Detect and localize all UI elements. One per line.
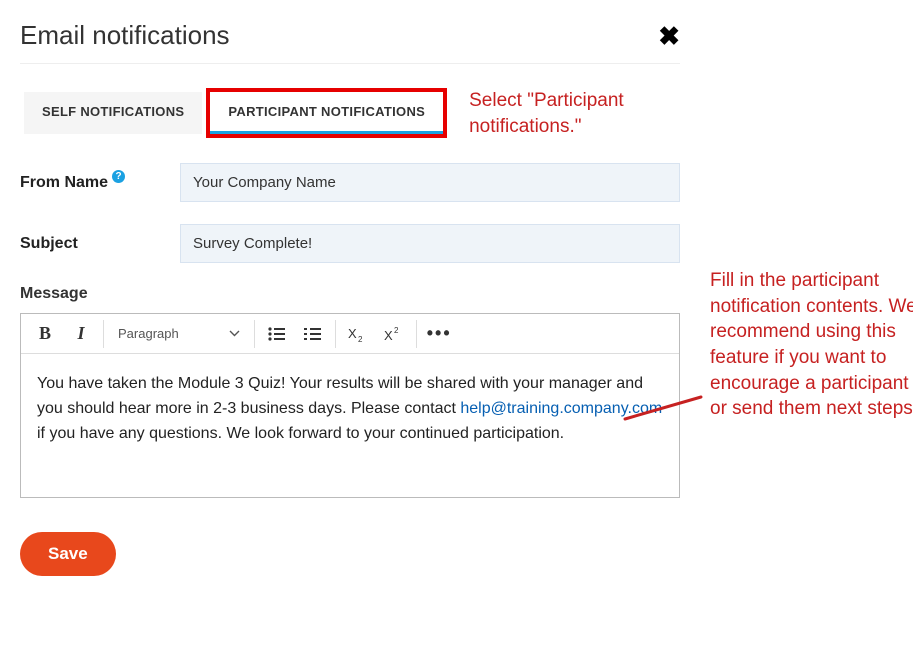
tab-self-notifications[interactable]: SELF NOTIFICATIONS: [24, 92, 202, 134]
editor-body[interactable]: You have taken the Module 3 Quiz! Your r…: [21, 354, 679, 496]
svg-text:X: X: [348, 326, 357, 341]
message-text-post: if you have any questions. We look forwa…: [37, 425, 564, 442]
page-title: Email notifications: [20, 20, 230, 51]
save-button[interactable]: Save: [20, 532, 116, 576]
toolbar-separator: [416, 320, 417, 348]
paragraph-dropdown[interactable]: Paragraph: [108, 326, 250, 341]
annotation-side-text: Fill in the participant notification con…: [710, 268, 913, 422]
bold-button[interactable]: B: [27, 316, 63, 352]
svg-text:2: 2: [358, 335, 363, 342]
message-email-link[interactable]: help@training.company.com: [460, 400, 662, 417]
toolbar-separator: [254, 320, 255, 348]
chevron-down-icon: [229, 330, 240, 337]
paragraph-dropdown-label: Paragraph: [118, 326, 179, 341]
annotation-tabs-text: Select "Participant notifications.": [469, 88, 649, 139]
from-name-input[interactable]: [180, 163, 680, 202]
italic-button[interactable]: I: [63, 316, 99, 352]
from-name-label: From Name ?: [20, 174, 180, 192]
subject-label: Subject: [20, 235, 180, 253]
numbered-list-button[interactable]: [295, 316, 331, 352]
message-label: Message: [20, 285, 680, 303]
bulleted-list-button[interactable]: [259, 316, 295, 352]
editor-toolbar: B I Paragraph: [21, 314, 679, 354]
divider: [20, 63, 680, 64]
superscript-button[interactable]: X2: [376, 316, 412, 352]
svg-text:2: 2: [394, 326, 399, 335]
svg-text:X: X: [384, 328, 393, 342]
annotation-highlight-box: PARTICIPANT NOTIFICATIONS: [206, 88, 447, 138]
toolbar-separator: [335, 320, 336, 348]
close-icon[interactable]: ✖: [658, 23, 680, 49]
toolbar-separator: [103, 320, 104, 348]
tab-participant-notifications[interactable]: PARTICIPANT NOTIFICATIONS: [210, 92, 443, 134]
subject-input[interactable]: [180, 224, 680, 263]
from-name-label-text: From Name: [20, 174, 108, 192]
help-icon[interactable]: ?: [112, 170, 125, 183]
subscript-button[interactable]: X2: [340, 316, 376, 352]
more-options-button[interactable]: •••: [421, 316, 458, 352]
rich-text-editor: B I Paragraph: [20, 313, 680, 497]
